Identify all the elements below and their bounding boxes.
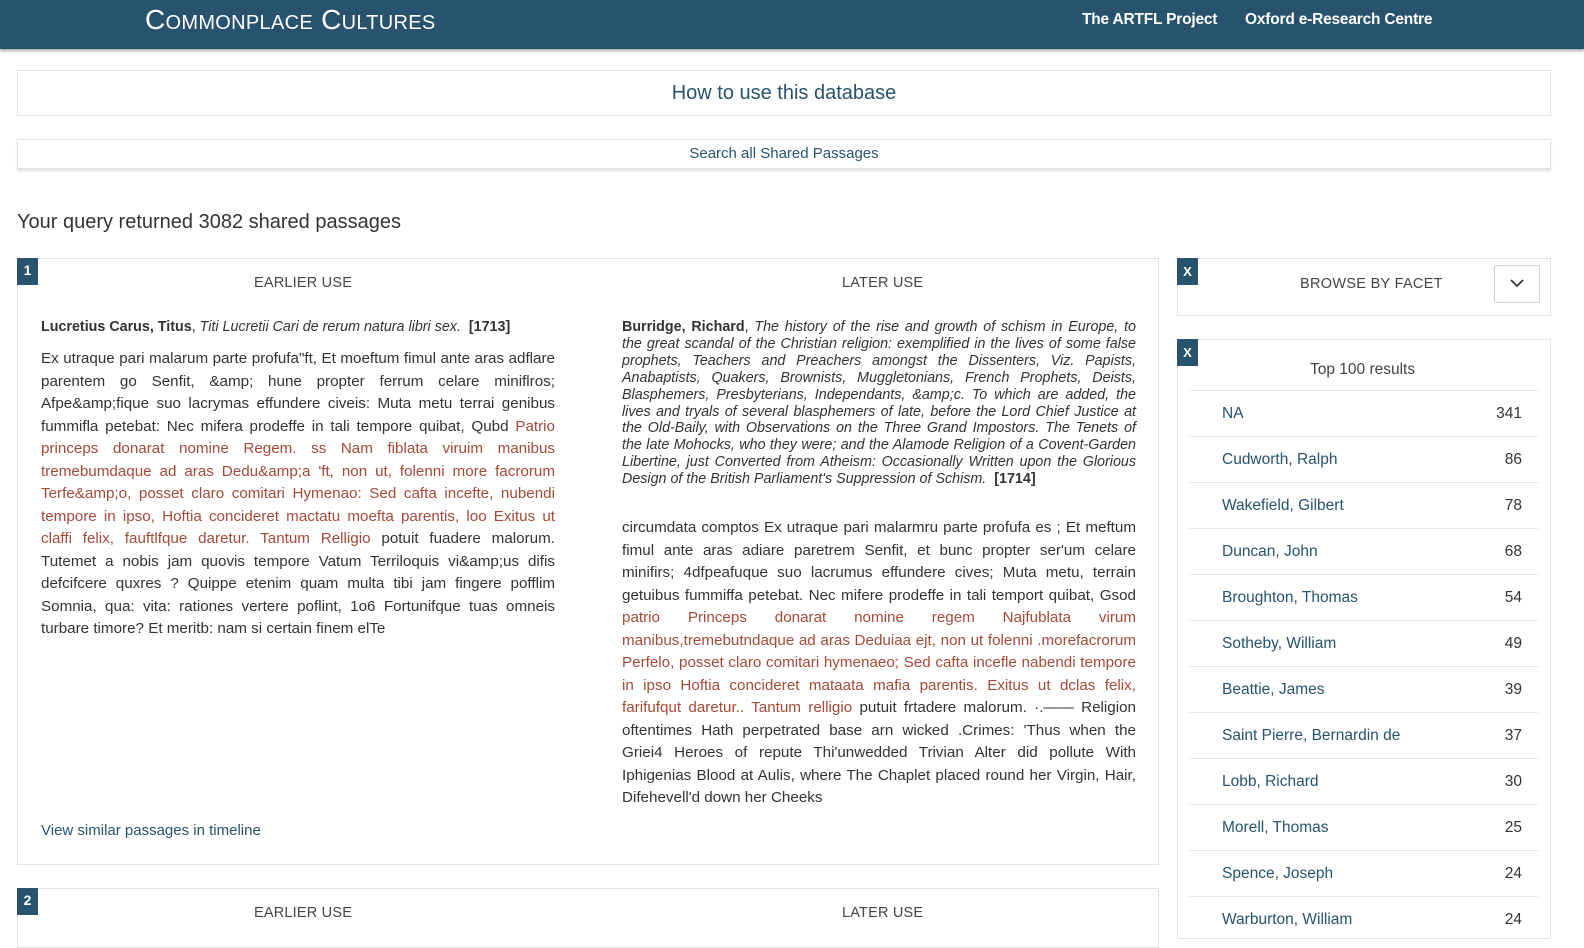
earlier-date: [1713] [468, 319, 511, 335]
facet-count: 25 [1504, 819, 1522, 836]
browse-facet-panel: X BROWSE BY FACET [1177, 258, 1551, 316]
later-use-header: LATER USE [842, 905, 924, 921]
later-date: [1714] [994, 471, 1036, 488]
facet-count: 24 [1504, 865, 1522, 882]
top-navbar: Commonplace Cultures The ARTFL Project O… [0, 0, 1584, 49]
facet-item[interactable]: Cudworth, Ralph 86 [1189, 436, 1538, 482]
earlier-use-header: EARLIER USE [254, 905, 353, 921]
facet-name[interactable]: Saint Pierre, Bernardin de [1222, 727, 1400, 745]
facet-name[interactable]: Morell, Thomas [1222, 819, 1329, 837]
facet-count: 24 [1504, 911, 1522, 928]
facet-results-panel: X Top 100 results NA 341 Cudworth, Ralph 8… [1177, 339, 1551, 939]
site-brand[interactable]: Commonplace Cultures [145, 4, 436, 36]
facet-count: 54 [1504, 589, 1522, 606]
facet-dropdown-button[interactable] [1494, 265, 1540, 303]
facet-name[interactable]: Broughton, Thomas [1222, 589, 1358, 607]
nav-link-artfl[interactable]: The ARTFL Project [1082, 11, 1217, 29]
later-passage: circumdata comptos Ex utraque pari malar… [622, 517, 1136, 810]
earlier-use-header: EARLIER USE [254, 275, 353, 291]
chevron-down-icon [1510, 279, 1524, 288]
later-author: Burridge, Richard [622, 319, 745, 335]
query-summary: Your query returned 3082 shared passages [17, 211, 401, 233]
facet-name[interactable]: NA [1222, 405, 1244, 423]
facet-name[interactable]: Sotheby, William [1222, 635, 1336, 653]
earlier-passage-context-before: Ex utraque pari malarum parte profufa"ft… [41, 350, 555, 435]
result-card: 1 EARLIER USE LATER USE Lucretius Carus,… [17, 258, 1159, 865]
facet-name[interactable]: Beattie, James [1222, 681, 1325, 699]
later-use-header: LATER USE [842, 275, 924, 291]
facet-count: 86 [1504, 451, 1522, 468]
later-passage-context-before: circumdata comptos Ex utraque pari malar… [622, 519, 1136, 604]
nav-link-oxford[interactable]: Oxford e-Research Centre [1245, 11, 1432, 29]
browse-facet-title: BROWSE BY FACET [1300, 276, 1443, 292]
facet-name[interactable]: Duncan, John [1222, 543, 1318, 561]
later-title: The history of the rise and growth of sc… [622, 319, 1136, 488]
facet-name[interactable]: Wakefield, Gilbert [1222, 497, 1344, 515]
facet-count: 49 [1504, 635, 1522, 652]
facet-list: NA 341 Cudworth, Ralph 86 Wakefield, Gilbe… [1189, 390, 1538, 942]
facet-name[interactable]: Spence, Joseph [1222, 865, 1333, 883]
facet-count: 39 [1504, 681, 1522, 698]
facet-item[interactable]: Spence, Joseph 24 [1189, 850, 1538, 896]
facet-name[interactable]: Cudworth, Ralph [1222, 451, 1337, 469]
facet-item[interactable]: NA 341 [1189, 390, 1538, 436]
facet-item[interactable]: Beattie, James 39 [1189, 666, 1538, 712]
facet-count: 30 [1504, 773, 1522, 790]
facet-item[interactable]: Duncan, John 68 [1189, 528, 1538, 574]
facet-item[interactable]: Wakefield, Gilbert 78 [1189, 482, 1538, 528]
earlier-citation: Lucretius Carus, Titus, Titi Lucretii Ca… [41, 319, 511, 335]
earlier-author: Lucretius Carus, Titus [41, 319, 192, 335]
result-number-badge: 1 [17, 258, 38, 285]
earlier-passage: Ex utraque pari malarum parte profufa"ft… [41, 348, 555, 641]
facet-item[interactable]: Sotheby, William 49 [1189, 620, 1538, 666]
facet-count: 341 [1496, 405, 1522, 422]
how-to-use-button[interactable]: How to use this database [17, 70, 1551, 116]
result-card: 2 EARLIER USE LATER USE [17, 888, 1159, 948]
facet-item[interactable]: Lobb, Richard 30 [1189, 758, 1538, 804]
close-browse-facet-button[interactable]: X [1177, 258, 1198, 285]
facet-item[interactable]: Warburton, William 24 [1189, 896, 1538, 942]
result-number-badge: 2 [17, 888, 38, 915]
facet-item[interactable]: Broughton, Thomas 54 [1189, 574, 1538, 620]
view-timeline-link[interactable]: View similar passages in timeline [41, 822, 261, 839]
earlier-title: Titi Lucretii Cari de rerum natura libri… [199, 319, 461, 335]
close-facet-results-button[interactable]: X [1177, 339, 1198, 366]
facet-item[interactable]: Saint Pierre, Bernardin de 37 [1189, 712, 1538, 758]
facet-name[interactable]: Warburton, William [1222, 911, 1352, 929]
facet-count: 68 [1504, 543, 1522, 560]
later-citation: Burridge, Richard, The history of the ri… [622, 319, 1136, 488]
search-all-passages-button[interactable]: Search all Shared Passages [17, 139, 1551, 169]
facet-results-title: Top 100 results [1310, 361, 1416, 378]
facet-item[interactable]: Morell, Thomas 25 [1189, 804, 1538, 850]
facet-count: 37 [1504, 727, 1522, 744]
facet-count: 78 [1504, 497, 1522, 514]
earlier-passage-match: Patrio princeps donarat nomine Regem. ss… [41, 417, 555, 548]
facet-name[interactable]: Lobb, Richard [1222, 773, 1319, 791]
